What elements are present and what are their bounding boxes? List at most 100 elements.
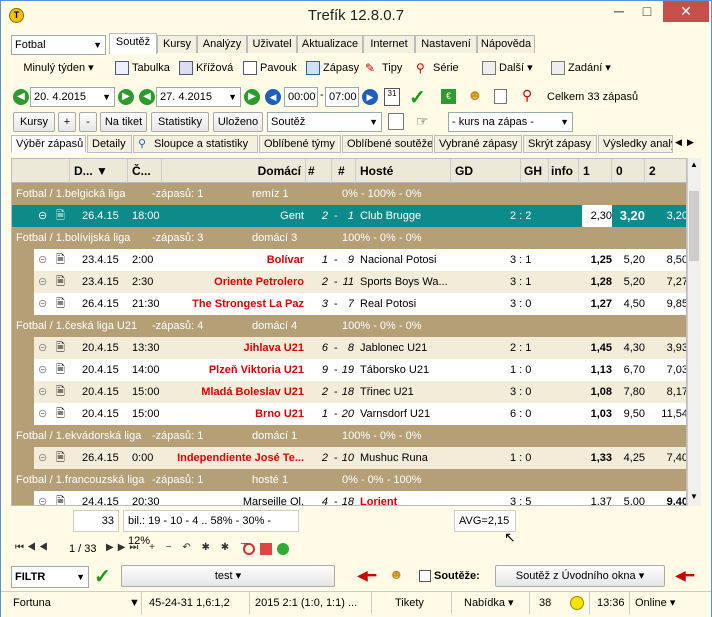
detail-document-icon[interactable]: 🗎 — [56, 337, 65, 359]
zapasy-button[interactable]: Zápasy — [306, 59, 359, 77]
row-expand-icon[interactable]: ⊝ — [38, 205, 47, 227]
na-tiket-button[interactable]: Na tiket — [100, 112, 147, 132]
krizova-button[interactable]: Křížová — [179, 59, 233, 77]
col-time[interactable]: Č... — [128, 159, 162, 183]
row-expand-icon[interactable]: ⊝ — [38, 337, 47, 359]
nav-next-icons[interactable]: ▶▶⏭ + − ↶ ✱ ✱ ⊤ — [106, 542, 253, 553]
subtab-vyber-zapasu[interactable]: Výběr zápasů — [11, 135, 86, 153]
zadani-button[interactable]: Zadání ▾ — [551, 59, 611, 77]
tab-napoveda[interactable]: Nápověda — [477, 35, 535, 53]
time-prev-icon[interactable]: ◀ — [265, 89, 281, 105]
row-expand-icon[interactable]: ⊝ — [38, 381, 47, 403]
tab-soutez[interactable]: Soutěž — [109, 33, 157, 54]
group-header[interactable]: Fotbal / 1.belgická liga -zápasů: 1 remíz … — [12, 183, 686, 205]
subtab-oblibene-tymy[interactable]: Oblíbené týmy — [259, 135, 341, 153]
document-icon[interactable] — [494, 89, 507, 104]
col-home[interactable]: Domácí — [162, 159, 306, 183]
search-icon[interactable]: ⚲ — [522, 87, 532, 104]
detail-document-icon[interactable]: 🗎 — [56, 293, 65, 315]
match-row[interactable]: ⊝ 🗎 20.4.15 15:00 Mladá Boleslav U21 2-18 Třin… — [12, 381, 686, 403]
detail-document-icon[interactable]: 🗎 — [56, 359, 65, 381]
soutez-select[interactable]: Soutěž ▼ — [267, 112, 382, 132]
col-away-rank[interactable]: # — [332, 159, 356, 183]
row-expand-icon[interactable]: ⊝ — [38, 491, 47, 505]
status-bookie[interactable]: Fortuna — [13, 594, 51, 612]
tab-kursy[interactable]: Kursy — [157, 35, 197, 53]
time-from-field[interactable]: 00:00 — [284, 87, 318, 107]
col-away[interactable]: Hosté — [356, 159, 451, 183]
detail-document-icon[interactable]: 🗎 — [56, 381, 65, 403]
row-expand-icon[interactable]: ⊝ — [38, 403, 47, 425]
tab-internet[interactable]: Internet — [363, 35, 415, 53]
people-icon[interactable]: ☻ — [467, 87, 483, 104]
detail-document-icon[interactable]: 🗎 — [56, 403, 65, 425]
maximize-button[interactable]: □ — [633, 1, 661, 22]
soutez-z-okna-button[interactable]: Soutěž z Úvodního okna ▾ — [495, 565, 665, 587]
user-icon[interactable]: ☻ — [389, 566, 404, 582]
match-row[interactable]: ⊝ 🗎 26.4.15 18:00 Gent 2-1 Club Brugge 2 : 2 2,3… — [12, 205, 686, 227]
detail-document-icon[interactable]: 🗎 — [56, 249, 65, 271]
col-date[interactable]: D... ▼ — [70, 159, 128, 183]
subtab-vybrane-zapasy[interactable]: Vybrané zápasy — [434, 135, 522, 153]
group-header[interactable]: Fotbal / 1.bolívijská liga -zápasů: 3 domá… — [12, 227, 686, 249]
date-to-prev-icon[interactable]: ◀ — [139, 89, 155, 105]
tab-nastaveni[interactable]: Nastavení — [415, 35, 477, 53]
detail-document-icon[interactable]: 🗎 — [56, 205, 65, 227]
match-row[interactable]: ⊝ 🗎 20.4.15 14:00 Plzeň Viktoria U21 9-19 Tábo… — [12, 359, 686, 381]
check-icon[interactable]: ✓ — [409, 85, 426, 110]
match-row[interactable]: ⊝ 🗎 20.4.15 15:00 Brno U21 1-20 Varnsdorf U21 6… — [12, 403, 686, 425]
stop-icon[interactable] — [260, 543, 272, 555]
minus-button[interactable]: - — [79, 112, 97, 132]
subtab-oblibene-souteze[interactable]: Oblíbené soutěže — [342, 135, 433, 153]
tab-analyzy[interactable]: Analýzy — [197, 35, 247, 53]
detail-document-icon[interactable]: 🗎 — [56, 271, 65, 293]
kursy-button[interactable]: Kursy — [13, 112, 55, 132]
col-gd[interactable]: GD — [451, 159, 521, 183]
record-navigator[interactable]: ⏮◀◀ — [15, 542, 51, 553]
row-expand-icon[interactable]: ⊝ — [38, 293, 47, 315]
match-row[interactable]: ⊝ 🗎 20.4.15 13:30 Jihlava U21 6-8 Jablonec U21… — [12, 337, 686, 359]
scroll-thumb[interactable] — [689, 191, 699, 261]
col-indicator[interactable] — [12, 159, 70, 183]
calendar-icon[interactable]: 31 — [384, 88, 400, 106]
row-expand-icon[interactable]: ⊝ — [38, 447, 47, 469]
date-to-next-icon[interactable]: ▶ — [244, 89, 260, 105]
date-from-prev-icon[interactable]: ◀ — [13, 89, 29, 105]
close-button[interactable]: ✕ — [663, 1, 709, 22]
souteze-checkbox[interactable] — [419, 570, 431, 582]
scroll-up-icon[interactable]: ▲ — [690, 160, 698, 169]
subtab-skryt-zapasy[interactable]: Skrýt zápasy — [523, 135, 597, 153]
tabulka-button[interactable]: Tabulka — [115, 59, 170, 77]
statistiky-button[interactable]: Statistiky — [151, 112, 209, 132]
row-expand-icon[interactable]: ⊝ — [38, 271, 47, 293]
plus-button[interactable]: + — [58, 112, 76, 132]
refresh-icon[interactable] — [243, 543, 255, 555]
tab-scroll-right-icon[interactable]: ▶ — [687, 137, 694, 148]
time-next-icon[interactable]: ▶ — [362, 89, 378, 105]
date-from-field[interactable]: 20. 4.2015 ▼ — [30, 87, 115, 107]
group-header[interactable]: Fotbal / 1.francouzská liga -zápasů: 1 hos… — [12, 469, 686, 491]
apply-filter-check-icon[interactable]: ✓ — [94, 564, 111, 589]
col-info[interactable]: info — [549, 159, 579, 183]
group-header[interactable]: Fotbal / 1.ekvádorská liga -zápasů: 1 domá… — [12, 425, 686, 447]
status-tikety[interactable]: Tikety — [395, 594, 424, 612]
col-odds-0[interactable]: 0 — [612, 159, 645, 183]
dalsi-button[interactable]: Další ▾ — [482, 59, 533, 77]
minimize-button[interactable]: ─ — [605, 1, 633, 22]
tab-aktualizace[interactable]: Aktualizace — [297, 35, 363, 53]
row-expand-icon[interactable]: ⊝ — [38, 249, 47, 271]
match-row[interactable]: ⊝ 🗎 26.4.15 21:30 The Strongest La Paz 3-7 Rea… — [12, 293, 686, 315]
serie-button[interactable]: ⚲ Série — [416, 59, 459, 77]
scroll-down-icon[interactable]: ▼ — [690, 492, 698, 501]
status-bookie-dropdown-icon[interactable]: ▼ — [129, 594, 140, 612]
col-gh[interactable]: GH — [521, 159, 549, 183]
date-to-field[interactable]: 27. 4.2015 ▼ — [156, 87, 241, 107]
tipy-button[interactable]: ✎ Tipy — [365, 59, 402, 77]
reload-icon[interactable] — [277, 543, 289, 555]
filter-test-button[interactable]: test ▾ — [121, 565, 335, 587]
detail-document-icon[interactable]: 🗎 — [56, 491, 65, 505]
status-nabidka[interactable]: Nabídka ▾ — [464, 594, 514, 612]
status-online[interactable]: Online ▾ — [635, 594, 675, 612]
kurs-select[interactable]: - kurs na zápas - ▼ — [448, 112, 573, 132]
match-row[interactable]: ⊝ 🗎 26.4.15 0:00 Independiente José Te... 2-1… — [12, 447, 686, 469]
